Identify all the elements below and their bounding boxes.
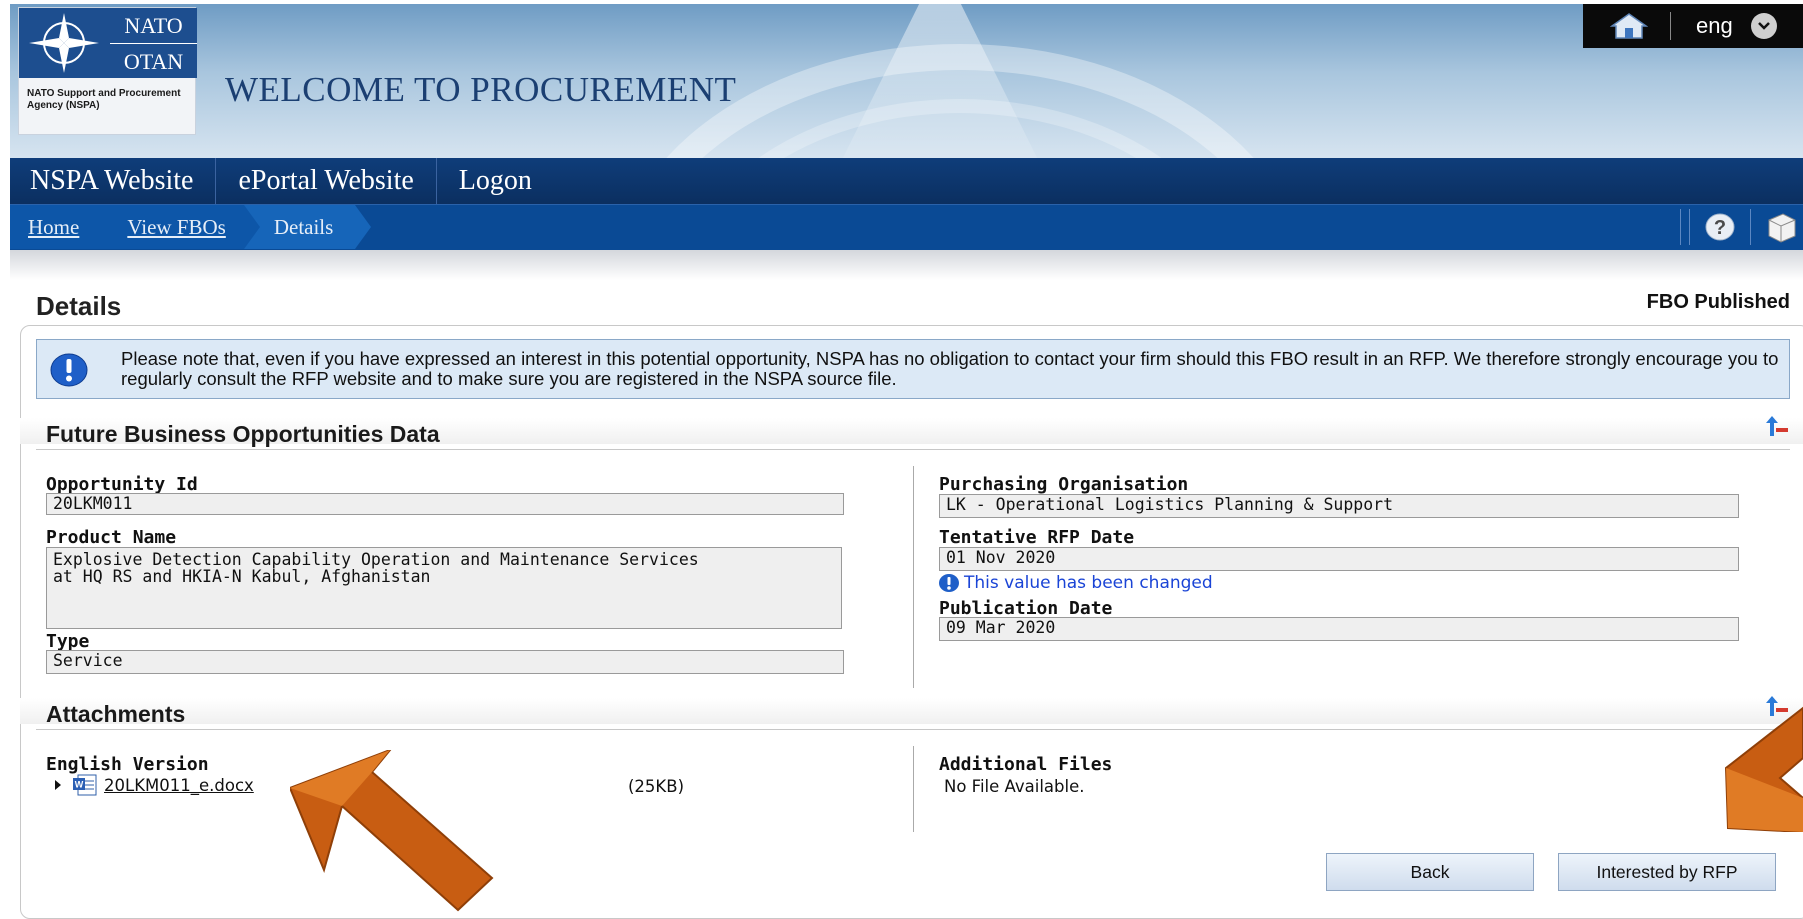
- svg-text:?: ?: [1714, 217, 1726, 239]
- product-name-label: Product Name: [46, 527, 177, 548]
- breadcrumb-item-home[interactable]: Home: [10, 205, 114, 249]
- english-version-label: English Version: [46, 754, 209, 775]
- info-notice: Please note that, even if you have expre…: [36, 339, 1790, 399]
- section-divider: [36, 449, 1790, 450]
- logo-caption: NATO Support and Procurement Agency (NSP…: [27, 88, 181, 111]
- breadcrumb-item-details: Details: [243, 205, 372, 249]
- changed-note: This value has been changed: [938, 573, 1213, 593]
- breadcrumb-separator: [97, 205, 114, 249]
- header-banner: NATO OTAN NATO Support and Procurement A…: [10, 4, 1803, 158]
- interested-by-rfp-button[interactable]: Interested by RFP: [1558, 853, 1776, 891]
- help-icon[interactable]: ?: [1698, 207, 1742, 247]
- main-nav: NSPA Website ePortal Website Logon: [10, 158, 1803, 204]
- nato-star-emblem: [19, 8, 110, 78]
- svg-text:W: W: [75, 780, 84, 790]
- expand-arrow-icon[interactable]: [50, 777, 66, 793]
- logo-text-nato: NATO: [110, 8, 197, 43]
- notice-text: Please note that, even if you have expre…: [121, 348, 1779, 389]
- toolbar-separator: [1750, 209, 1751, 245]
- purchasing-org-field: LK - Operational Logistics Planning & Su…: [939, 494, 1739, 518]
- toolbar-separator: [1680, 209, 1681, 245]
- section-header-band: [20, 698, 1803, 724]
- nav-item-eportal-website[interactable]: ePortal Website: [216, 158, 437, 204]
- opportunity-id-label: Opportunity Id: [46, 474, 198, 495]
- section-title-attachments: Attachments: [46, 701, 186, 727]
- section-title-fbo-data: Future Business Opportunities Data: [46, 421, 440, 447]
- breadcrumb-link-view-fbos[interactable]: View FBOs: [127, 215, 226, 239]
- breadcrumb-separator: [355, 205, 372, 249]
- status-badge: FBO Published: [1646, 291, 1790, 313]
- publication-date-label: Publication Date: [939, 598, 1113, 619]
- section-divider: [36, 729, 1790, 730]
- breadcrumb-bar: Home View FBOs Details ?: [10, 204, 1803, 250]
- back-button[interactable]: Back: [1326, 853, 1534, 891]
- nav-item-nspa-website[interactable]: NSPA Website: [10, 158, 217, 204]
- column-divider: [913, 466, 914, 688]
- publication-date-field: 09 Mar 2020: [939, 617, 1739, 641]
- info-icon: [939, 574, 959, 592]
- breadcrumb: Home View FBOs Details: [10, 205, 372, 249]
- language-bar: eng: [1583, 4, 1803, 48]
- changed-note-text: This value has been changed: [964, 573, 1213, 593]
- attachment-row: W 20LKM011_e.docx: [50, 773, 254, 797]
- attachment-file-size: (25KB): [628, 777, 685, 796]
- annotation-arrow: [1724, 706, 1803, 832]
- breadcrumb-link-home[interactable]: Home: [28, 215, 79, 239]
- no-file-message: No File Available.: [944, 777, 1085, 796]
- page-title: Details: [36, 291, 122, 321]
- annotation-arrow: [290, 750, 494, 912]
- collapse-section-icon[interactable]: [1764, 414, 1790, 440]
- attachment-file-link[interactable]: 20LKM011_e.docx: [104, 776, 254, 795]
- page-banner-title: WELCOME TO PROCUREMENT: [225, 70, 737, 109]
- nav-item-logon[interactable]: Logon: [437, 158, 554, 204]
- toolbar-separator: [1689, 209, 1690, 245]
- column-divider: [913, 746, 914, 832]
- header-shadow: [10, 250, 1803, 280]
- nato-logo[interactable]: NATO OTAN NATO Support and Procurement A…: [18, 7, 197, 135]
- toolbar-icons: ?: [1672, 205, 1803, 249]
- breadcrumb-current-label: Details: [273, 215, 334, 239]
- language-selector[interactable]: eng: [1696, 13, 1733, 39]
- type-field: Service: [46, 650, 844, 674]
- tentative-rfp-field: 01 Nov 2020: [939, 547, 1739, 571]
- word-document-icon: W: [73, 774, 97, 796]
- product-name-field: Explosive Detection Capability Operation…: [46, 547, 842, 629]
- breadcrumb-separator: [243, 205, 260, 249]
- additional-files-label: Additional Files: [939, 754, 1113, 775]
- purchasing-org-label: Purchasing Organisation: [939, 474, 1189, 495]
- type-label: Type: [46, 631, 90, 652]
- tentative-rfp-label: Tentative RFP Date: [939, 527, 1135, 548]
- language-separator: [1670, 12, 1671, 40]
- home-icon[interactable]: [1610, 12, 1648, 40]
- breadcrumb-item-view-fbos[interactable]: View FBOs: [97, 205, 260, 249]
- logo-text-otan: OTAN: [110, 43, 197, 78]
- chevron-down-icon[interactable]: [1750, 13, 1777, 39]
- info-icon: [50, 353, 88, 387]
- export-icon[interactable]: [1759, 207, 1803, 247]
- opportunity-id-field: 20LKM011: [46, 493, 844, 515]
